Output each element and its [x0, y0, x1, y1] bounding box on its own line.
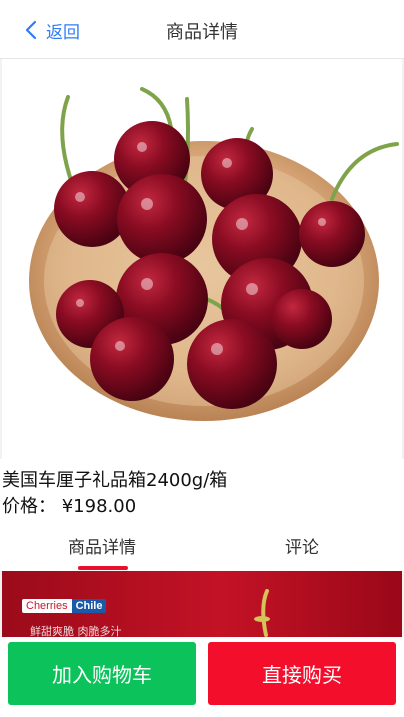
brand-logo: Cherries Chile: [22, 597, 107, 615]
price-value: ¥198.00: [61, 496, 137, 517]
page-title: 商品详情: [166, 22, 238, 43]
product-name: 美国车厘子礼品箱2400g/箱: [2, 470, 228, 491]
buy-now-button[interactable]: 直接购买: [208, 642, 396, 705]
top-nav-bar: 返回 商品详情: [0, 0, 404, 59]
logo-text-chile: Chile: [71, 599, 107, 613]
price-row: 价格： ¥198.00: [2, 492, 136, 518]
cherry-stem-decoration: [254, 589, 270, 637]
product-info: 美国车厘子礼品箱2400g/箱 价格： ¥198.00: [0, 459, 404, 521]
add-to-cart-button[interactable]: 加入购物车: [8, 642, 196, 705]
product-image: [2, 59, 402, 459]
action-bar: 加入购物车 直接购买: [0, 637, 404, 717]
active-tab-indicator: [78, 566, 128, 570]
detail-tabs: 商品详情 评论: [0, 521, 404, 571]
logo-text-cherries: Cherries: [22, 599, 72, 613]
price-label: 价格：: [2, 496, 56, 517]
promo-banner: Cherries Chile 鲜甜爽脆 肉脆多汁: [2, 571, 402, 637]
tab-comments[interactable]: 评论: [285, 533, 319, 558]
cherries-bowl-photo: [29, 87, 399, 421]
banner-tagline: 鲜甜爽脆 肉脆多汁: [30, 625, 122, 637]
tab-product-details[interactable]: 商品详情: [68, 533, 136, 558]
